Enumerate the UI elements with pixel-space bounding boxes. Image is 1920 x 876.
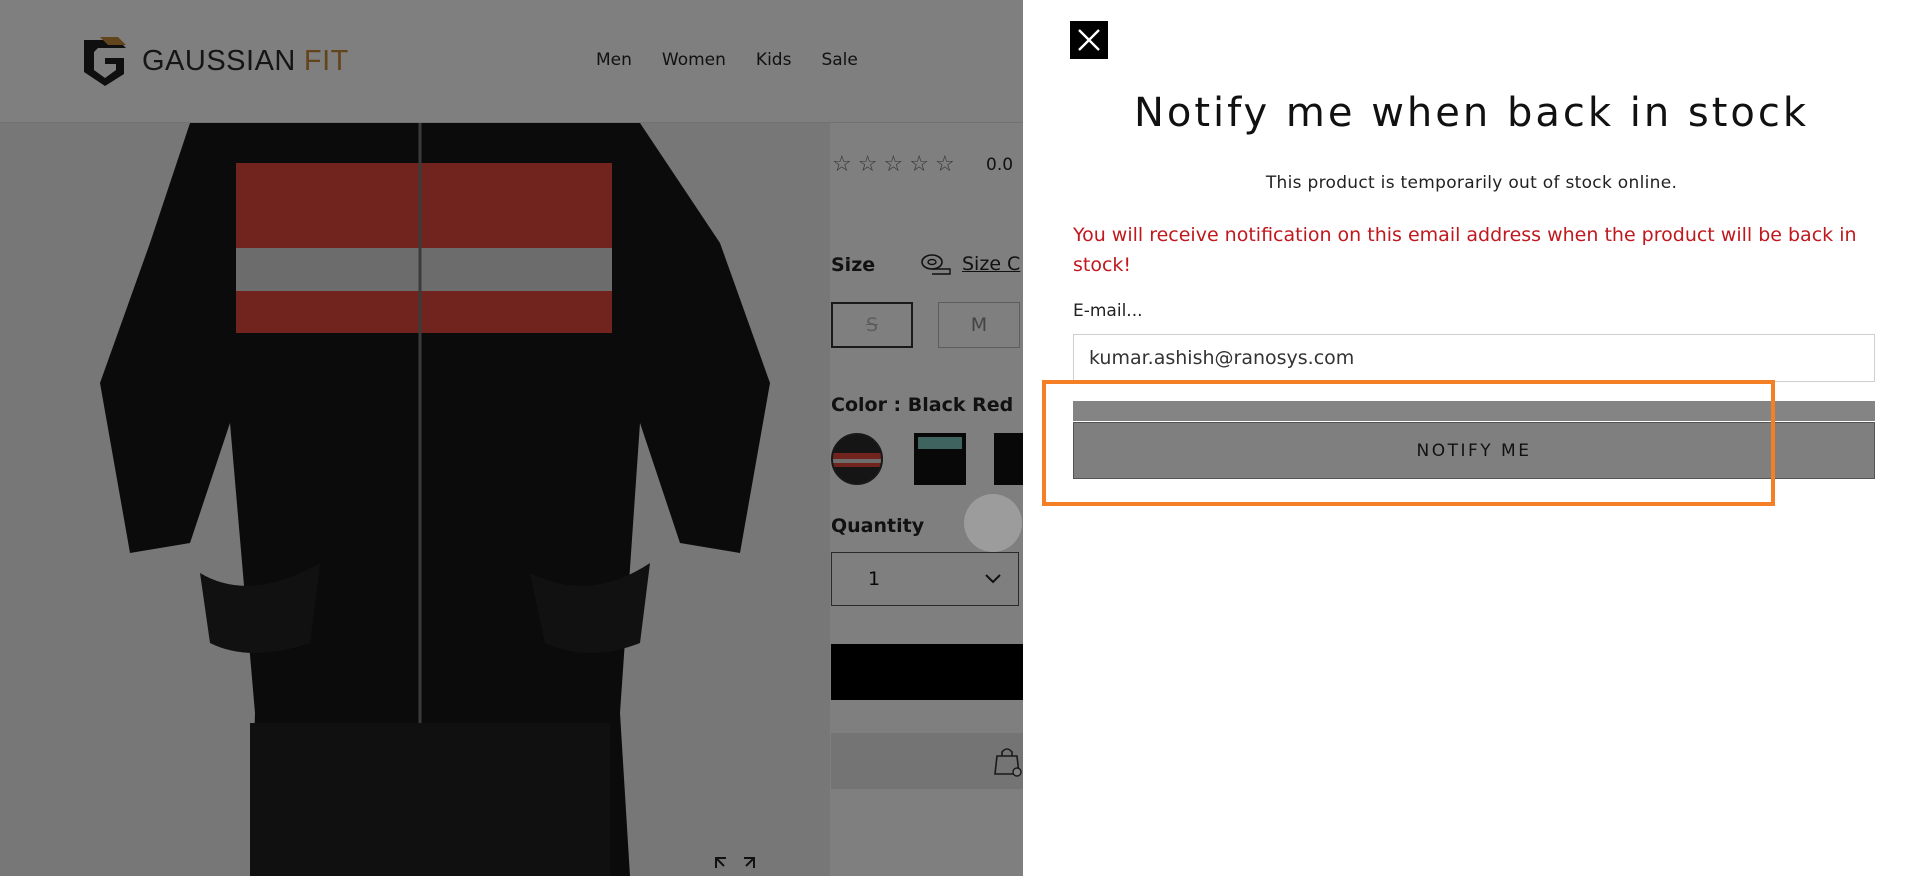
close-button[interactable] <box>1070 21 1108 59</box>
notify-drawer: Notify me when back in stock This produc… <box>1023 0 1920 876</box>
email-label: E-mail... <box>1073 301 1143 321</box>
close-icon <box>1078 29 1100 51</box>
highlight-annotation <box>1042 380 1775 506</box>
drawer-title: Notify me when back in stock <box>1133 90 1810 136</box>
email-field[interactable] <box>1073 334 1875 382</box>
drawer-subtitle: This product is temporarily out of stock… <box>1265 173 1678 193</box>
notification-notice: You will receive notification on this em… <box>1073 224 1857 276</box>
touch-cursor <box>964 494 1022 552</box>
modal-backdrop[interactable] <box>0 0 1023 876</box>
